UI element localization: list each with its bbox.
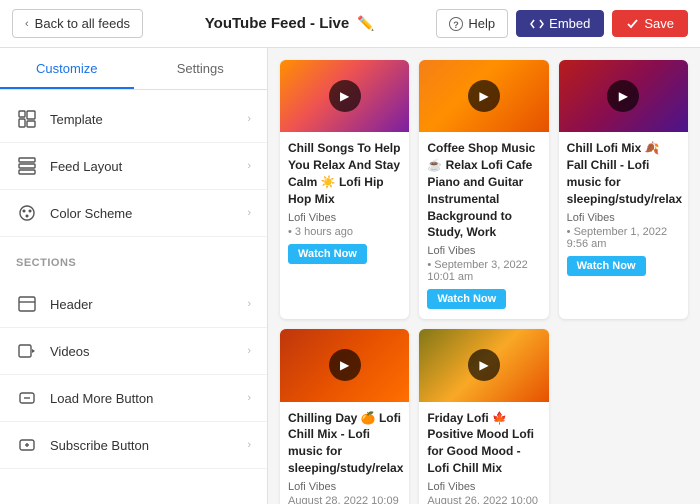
video-title: Coffee Shop Music ☕ Relax Lofi Cafe Pian… (427, 140, 540, 241)
video-thumbnail[interactable]: ▶ (280, 60, 409, 132)
video-info: Chill Lofi Mix 🍂 Fall Chill - Lofi music… (559, 132, 688, 285)
video-date: • September 3, 2022 10:01 am (427, 259, 540, 283)
template-icon (16, 108, 38, 130)
tab-settings[interactable]: Settings (134, 48, 268, 89)
subscribe-label: Subscribe Button (50, 438, 235, 453)
video-thumbnail[interactable]: ▶ (559, 60, 688, 132)
help-icon: ? (449, 17, 463, 31)
video-title: Friday Lofi 🍁 Positive Mood Lofi for Goo… (427, 410, 540, 477)
main-layout: Customize Settings Template › (0, 48, 700, 504)
svg-text:?: ? (454, 20, 460, 30)
watch-now-button[interactable]: Watch Now (427, 289, 506, 309)
load-more-icon (16, 387, 38, 409)
video-card: ▶ Chill Songs To Help You Relax And Stay… (280, 60, 409, 319)
play-button[interactable]: ▶ (468, 349, 500, 381)
video-info: Chill Songs To Help You Relax And Stay C… (280, 132, 409, 273)
sections-label: SECTIONS (0, 243, 267, 275)
video-info: Friday Lofi 🍁 Positive Mood Lofi for Goo… (419, 402, 548, 504)
chevron-right-icon: › (247, 298, 251, 310)
video-info: Coffee Shop Music ☕ Relax Lofi Cafe Pian… (419, 132, 548, 319)
template-label: Template (50, 112, 235, 127)
video-feed-content: ▶ Chill Songs To Help You Relax And Stay… (268, 48, 700, 504)
video-date: • September 1, 2022 9:56 am (567, 226, 680, 250)
back-label: Back to all feeds (35, 16, 130, 31)
sidebar-tabs: Customize Settings (0, 48, 267, 90)
video-date: August 28, 2022 10:09 am (288, 495, 401, 504)
load-more-label: Load More Button (50, 391, 235, 406)
video-info: Chilling Day 🍊 Lofi Chill Mix - Lofi mus… (280, 402, 409, 504)
video-title: Chill Songs To Help You Relax And Stay C… (288, 140, 401, 207)
topbar: ‹ Back to all feeds YouTube Feed - Live … (0, 0, 700, 48)
video-date: • 3 hours ago (288, 226, 401, 238)
main-settings-section: Template › Feed Layout › (0, 90, 267, 243)
video-date: August 26, 2022 10:00 am (427, 495, 540, 504)
video-title: Chilling Day 🍊 Lofi Chill Mix - Lofi mus… (288, 410, 401, 477)
back-to-feeds-button[interactable]: ‹ Back to all feeds (12, 9, 143, 38)
feed-layout-label: Feed Layout (50, 159, 235, 174)
sidebar-item-header[interactable]: Header › (0, 281, 267, 328)
watch-now-button[interactable]: Watch Now (288, 244, 367, 264)
video-card: ▶ Friday Lofi 🍁 Positive Mood Lofi for G… (419, 329, 548, 504)
video-channel: Lofi Vibes (288, 481, 401, 493)
video-card: ▶ Chilling Day 🍊 Lofi Chill Mix - Lofi m… (280, 329, 409, 504)
feed-title-text: YouTube Feed - Live (205, 15, 349, 32)
save-label: Save (644, 16, 674, 31)
embed-label: Embed (549, 16, 590, 31)
edit-icon[interactable]: ✏️ (357, 15, 374, 32)
sidebar: Customize Settings Template › (0, 48, 268, 504)
chevron-right-icon: › (247, 392, 251, 404)
embed-icon (530, 17, 544, 31)
tab-customize[interactable]: Customize (0, 48, 134, 89)
embed-button[interactable]: Embed (516, 10, 604, 37)
save-button[interactable]: Save (612, 10, 688, 37)
play-button[interactable]: ▶ (329, 80, 361, 112)
chevron-right-icon: › (247, 160, 251, 172)
check-icon (626, 17, 639, 30)
sidebar-item-template[interactable]: Template › (0, 96, 267, 143)
subscribe-icon (16, 434, 38, 456)
video-channel: Lofi Vibes (567, 212, 680, 224)
color-scheme-icon (16, 202, 38, 224)
chevron-right-icon: › (247, 207, 251, 219)
play-button[interactable]: ▶ (329, 349, 361, 381)
feed-layout-icon (16, 155, 38, 177)
header-label: Header (50, 297, 235, 312)
video-card: ▶ Coffee Shop Music ☕ Relax Lofi Cafe Pi… (419, 60, 548, 319)
help-label: Help (468, 16, 495, 31)
header-icon (16, 293, 38, 315)
chevron-right-icon: › (247, 439, 251, 451)
videos-label: Videos (50, 344, 235, 359)
video-grid: ▶ Chill Songs To Help You Relax And Stay… (280, 60, 688, 504)
video-thumbnail[interactable]: ▶ (419, 329, 548, 401)
sidebar-item-videos[interactable]: Videos › (0, 328, 267, 375)
video-thumbnail[interactable]: ▶ (419, 60, 548, 132)
play-button[interactable]: ▶ (607, 80, 639, 112)
chevron-left-icon: ‹ (25, 18, 29, 30)
video-channel: Lofi Vibes (427, 245, 540, 257)
sidebar-item-subscribe-button[interactable]: Subscribe Button › (0, 422, 267, 469)
video-card: ▶ Chill Lofi Mix 🍂 Fall Chill - Lofi mus… (559, 60, 688, 319)
videos-icon (16, 340, 38, 362)
color-scheme-label: Color Scheme (50, 206, 235, 221)
video-channel: Lofi Vibes (427, 481, 540, 493)
feed-title-area: YouTube Feed - Live ✏️ (205, 15, 375, 32)
sidebar-item-feed-layout[interactable]: Feed Layout › (0, 143, 267, 190)
help-button[interactable]: ? Help (436, 9, 508, 38)
chevron-right-icon: › (247, 345, 251, 357)
topbar-actions: ? Help Embed Save (436, 9, 688, 38)
sections-group: Header › Videos › (0, 275, 267, 475)
sidebar-item-load-more-button[interactable]: Load More Button › (0, 375, 267, 422)
chevron-right-icon: › (247, 113, 251, 125)
video-channel: Lofi Vibes (288, 212, 401, 224)
video-title: Chill Lofi Mix 🍂 Fall Chill - Lofi music… (567, 140, 680, 207)
sidebar-item-color-scheme[interactable]: Color Scheme › (0, 190, 267, 237)
video-thumbnail[interactable]: ▶ (280, 329, 409, 401)
watch-now-button[interactable]: Watch Now (567, 256, 646, 276)
play-button[interactable]: ▶ (468, 80, 500, 112)
